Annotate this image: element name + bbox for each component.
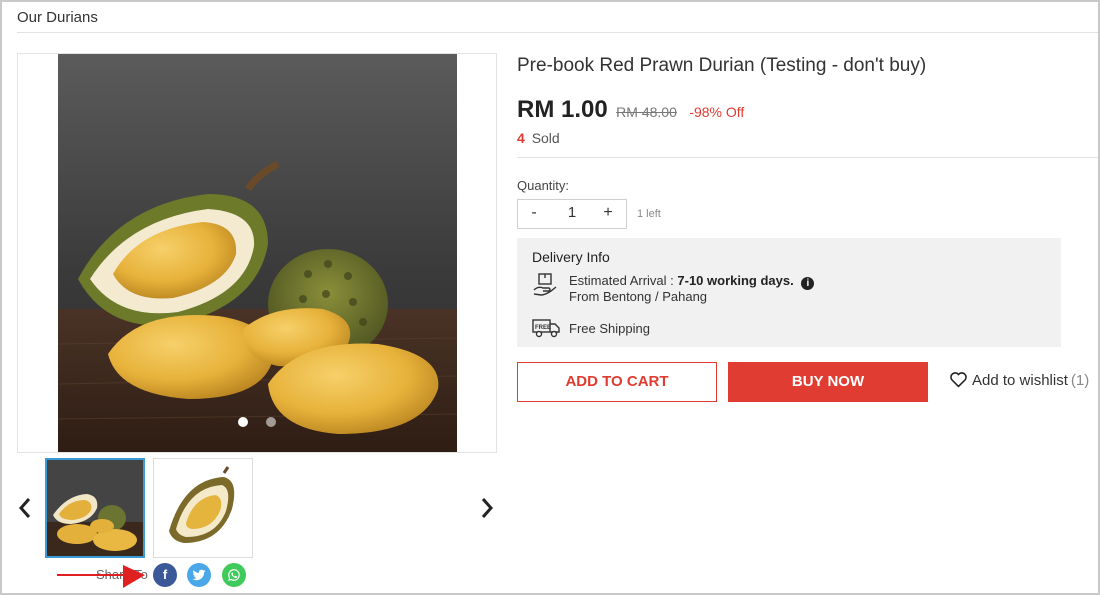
chevron-left-icon[interactable] [17,496,33,527]
product-gallery[interactable] [17,53,497,453]
arrival-prefix: Estimated Arrival : [569,273,674,288]
thumbnail-1[interactable] [45,458,145,558]
sold-info: 4 Sold [517,130,560,146]
breadcrumb[interactable]: Our Durians [17,9,98,26]
thumbnail-2[interactable] [153,458,253,558]
discount-badge: -98% Off [689,104,745,120]
facebook-icon[interactable]: f [153,563,177,587]
wishlist-label: Add to wishlist [972,372,1068,389]
add-to-cart-button[interactable]: ADD TO CART [517,362,717,402]
add-to-wishlist-button[interactable]: Add to wishlist (1) [949,371,1089,389]
info-divider [517,157,1098,158]
annotation-arrow [57,565,145,588]
quantity-stepper: - 1 + [517,199,627,229]
truck-icon: FREE [532,319,560,338]
durian-main-photo [58,54,457,452]
estimated-arrival: Estimated Arrival : 7-10 working days. i [569,273,815,290]
sold-count: 4 [517,130,525,146]
quantity-decrease-button[interactable]: - [522,204,546,222]
product-title: Pre-book Red Prawn Durian (Testing - don… [517,55,927,76]
buy-now-button[interactable]: BUY NOW [728,362,928,402]
sold-label: Sold [531,130,560,146]
delivery-info-panel: Delivery Info Estimated Arrival : 7-10 w… [517,238,1061,347]
price-row: RM 1.00 RM 48.00 -98% Off [517,96,744,126]
stock-remaining: 1 left [637,208,661,220]
info-icon[interactable]: i [801,277,815,290]
free-shipping-label: Free Shipping [569,321,650,336]
chevron-right-icon[interactable] [479,496,495,527]
quantity-input[interactable]: 1 [554,204,590,221]
whatsapp-icon[interactable] [222,563,246,587]
twitter-icon[interactable] [187,563,211,587]
current-price: RM 1.00 [517,96,608,123]
delivery-title: Delivery Info [532,249,610,265]
thumbnail-strip [17,458,497,558]
carousel-dot-2[interactable] [266,417,276,427]
breadcrumb-divider [17,32,1098,33]
original-price: RM 48.00 [616,104,677,120]
heart-icon [950,372,967,388]
truck-badge-text: FREE [535,325,551,331]
wishlist-count: (1) [1070,372,1090,389]
quantity-label: Quantity: [517,178,570,193]
ship-from: From Bentong / Pahang [569,289,708,304]
carousel-dot-1[interactable] [238,417,248,427]
arrival-value: 7-10 working days. [677,273,794,288]
quantity-increase-button[interactable]: + [596,204,620,222]
package-hand-icon [533,273,557,296]
